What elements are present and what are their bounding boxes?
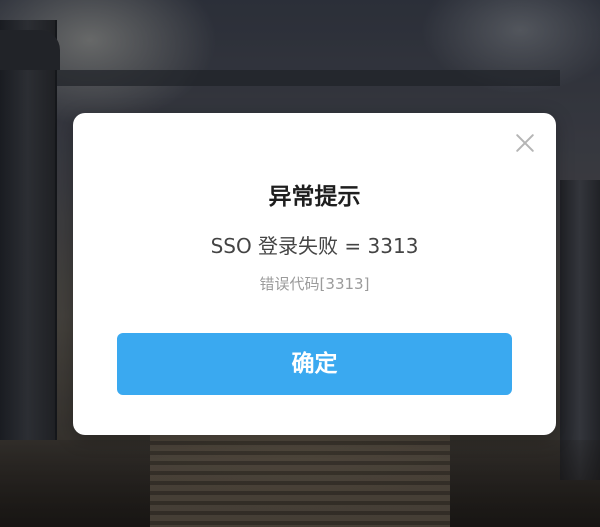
error-dialog: 异常提示 SSO 登录失败 = 3313 错误代码[3313] 确定: [73, 113, 556, 435]
dialog-title: 异常提示: [268, 184, 361, 210]
confirm-button[interactable]: 确定: [117, 333, 512, 395]
app-screen: 异常提示 SSO 登录失败 = 3313 错误代码[3313] 确定: [0, 0, 600, 527]
close-icon[interactable]: [511, 129, 539, 157]
error-message: SSO 登录失败 = 3313: [210, 234, 419, 258]
error-code-text: 错误代码[3313]: [259, 275, 370, 293]
